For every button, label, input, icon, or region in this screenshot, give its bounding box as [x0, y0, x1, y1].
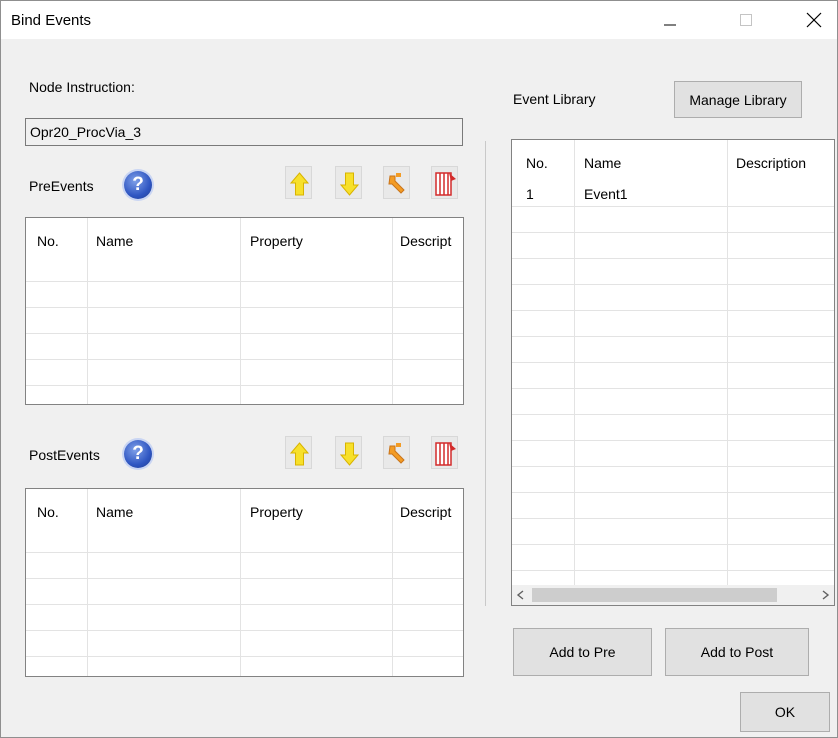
pre-events-label: PreEvents: [29, 178, 94, 194]
node-instruction-field[interactable]: Opr20_ProcVia_3: [25, 118, 463, 146]
event-library-label: Event Library: [513, 91, 596, 107]
help-icon[interactable]: ?: [124, 440, 152, 468]
maximize-button[interactable]: [723, 1, 769, 39]
post-events-label: PostEvents: [29, 447, 100, 463]
column-header-no[interactable]: No.: [37, 233, 59, 249]
minimize-icon: [664, 24, 676, 26]
manage-library-button[interactable]: Manage Library: [674, 81, 802, 118]
library-row-no[interactable]: 1: [526, 186, 534, 202]
ok-button[interactable]: OK: [740, 692, 830, 732]
column-header-description[interactable]: Descript: [400, 233, 451, 249]
column-header-name[interactable]: Name: [96, 233, 133, 249]
delete-columns-icon: [435, 442, 456, 466]
wrench-icon: [388, 443, 405, 464]
pre-edit-button[interactable]: [383, 166, 410, 199]
pre-events-table[interactable]: No. Name Property Descript: [25, 217, 464, 405]
maximize-icon: [740, 14, 752, 26]
wrench-icon: [388, 173, 405, 194]
column-header-description[interactable]: Descript: [400, 504, 451, 520]
post-delete-button[interactable]: [431, 436, 458, 469]
title-bar: Bind Events: [1, 1, 837, 39]
panel-divider: [485, 141, 486, 606]
delete-columns-icon: [435, 172, 456, 196]
close-icon: [806, 12, 822, 28]
arrow-up-icon: [289, 442, 310, 466]
column-header-no[interactable]: No.: [37, 504, 59, 520]
scrollbar-thumb[interactable]: [532, 588, 777, 602]
arrow-up-icon: [289, 172, 310, 196]
pre-move-up-button[interactable]: [285, 166, 312, 199]
scroll-right-icon[interactable]: [820, 590, 830, 600]
column-header-name[interactable]: Name: [96, 504, 133, 520]
horizontal-scrollbar[interactable]: [512, 585, 834, 605]
post-move-down-button[interactable]: [335, 436, 362, 469]
close-button[interactable]: [791, 1, 837, 39]
event-library-table[interactable]: No. Name Description 1 Event1: [511, 139, 835, 606]
column-header-property[interactable]: Property: [250, 233, 303, 249]
column-header-property[interactable]: Property: [250, 504, 303, 520]
add-to-post-button[interactable]: Add to Post: [665, 628, 809, 676]
post-edit-button[interactable]: [383, 436, 410, 469]
pre-delete-button[interactable]: [431, 166, 458, 199]
column-header-name[interactable]: Name: [584, 155, 621, 171]
bind-events-dialog: Bind Events Node Instruction: Opr20_Proc…: [0, 0, 838, 738]
scroll-left-icon[interactable]: [516, 590, 526, 600]
minimize-button[interactable]: [647, 1, 693, 39]
post-events-table[interactable]: No. Name Property Descript: [25, 488, 464, 677]
column-header-description[interactable]: Description: [736, 155, 806, 171]
column-header-no[interactable]: No.: [526, 155, 548, 171]
arrow-down-icon: [339, 172, 360, 196]
node-instruction-label: Node Instruction:: [29, 79, 135, 95]
post-move-up-button[interactable]: [285, 436, 312, 469]
window-title: Bind Events: [11, 12, 92, 29]
add-to-pre-button[interactable]: Add to Pre: [513, 628, 652, 676]
library-row-name[interactable]: Event1: [584, 186, 628, 202]
arrow-down-icon: [339, 442, 360, 466]
pre-move-down-button[interactable]: [335, 166, 362, 199]
help-icon[interactable]: ?: [124, 171, 152, 199]
